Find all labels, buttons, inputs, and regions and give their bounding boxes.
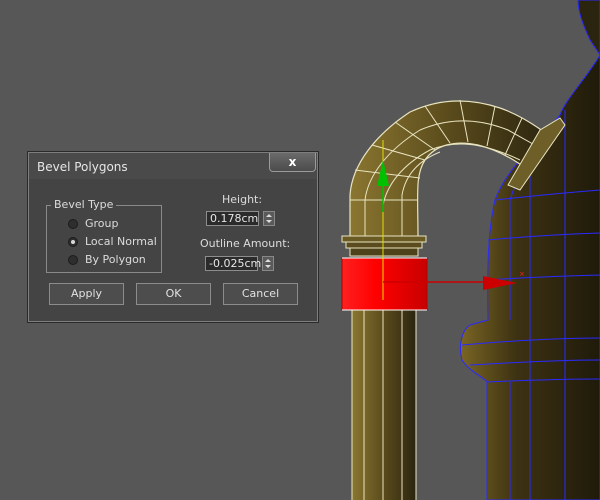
svg-text:×: × <box>519 270 525 278</box>
radio-button[interactable] <box>68 219 78 229</box>
radio-label-by-polygon: By Polygon <box>85 253 146 266</box>
dialog-title: Bevel Polygons <box>37 160 128 174</box>
apply-button[interactable]: Apply <box>49 283 124 305</box>
spinner-down-icon[interactable] <box>266 220 272 223</box>
height-input[interactable]: 0.178cm <box>206 211 259 226</box>
height-label: Height: <box>222 193 263 206</box>
close-icon: x <box>288 155 297 169</box>
spinner-down-icon[interactable] <box>265 265 271 268</box>
bevel-type-label: Bevel Type <box>51 198 117 211</box>
bevel-polygons-dialog: Bevel Polygons x Bevel Type Group Local … <box>28 152 318 322</box>
spinner-up-icon[interactable] <box>266 214 272 217</box>
radio-label-group: Group <box>85 217 119 230</box>
spinner-up-icon[interactable] <box>265 259 271 262</box>
vessel-body <box>459 0 600 500</box>
radio-button-checked[interactable] <box>68 237 78 247</box>
radio-button[interactable] <box>68 255 78 265</box>
dialog-titlebar[interactable]: Bevel Polygons x <box>29 153 317 179</box>
close-button[interactable]: x <box>269 153 316 172</box>
height-spinner[interactable] <box>263 211 275 226</box>
outline-amount-spinner[interactable] <box>262 256 274 271</box>
outline-amount-label: Outline Amount: <box>200 237 291 250</box>
cancel-button[interactable]: Cancel <box>223 283 298 305</box>
ok-button[interactable]: OK <box>136 283 211 305</box>
radio-label-local-normal: Local Normal <box>85 235 157 248</box>
outline-amount-input[interactable]: -0.025cm <box>205 256 261 271</box>
